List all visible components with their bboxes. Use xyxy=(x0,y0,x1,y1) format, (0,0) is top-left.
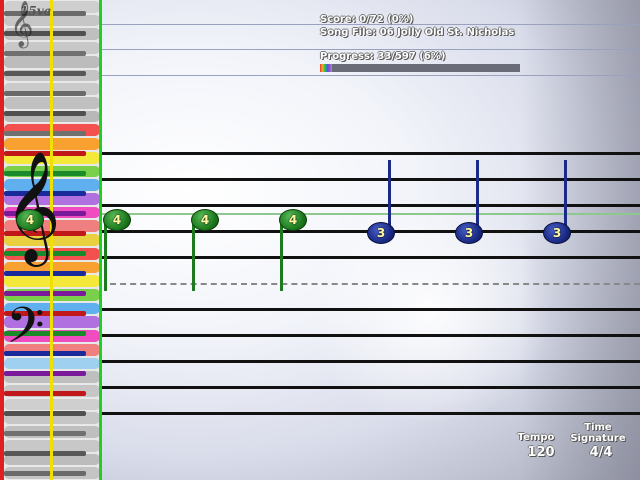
piano-black-key[interactable] xyxy=(4,451,86,456)
staff-line xyxy=(102,334,640,337)
staff-line xyxy=(102,256,640,259)
progress-text: Progress: 33/597 (6%) xyxy=(320,51,446,62)
tempo-label: Tempo xyxy=(517,432,555,443)
staff-line xyxy=(102,152,640,155)
background-shade xyxy=(520,0,640,480)
tempo-value: 120 xyxy=(527,445,555,460)
staff-line xyxy=(102,204,640,207)
note-head: 4 xyxy=(191,209,219,231)
time-signature-label-line2: Signature xyxy=(570,433,626,444)
piano-black-key[interactable] xyxy=(4,71,86,76)
staff-line xyxy=(102,178,640,181)
note-head: 3 xyxy=(367,222,395,244)
note-head: 4 xyxy=(279,209,307,231)
play-line xyxy=(99,0,102,480)
piano-black-key[interactable] xyxy=(4,51,86,56)
piano-black-key[interactable] xyxy=(4,91,86,96)
note-stem xyxy=(388,160,391,230)
score-text: Score: 0/72 (0%) xyxy=(320,14,414,25)
treble-clef-icon: 𝄞 xyxy=(4,150,61,262)
staff-line xyxy=(102,360,640,363)
bass-clef-icon: 𝄢 xyxy=(6,297,45,367)
piano-black-key[interactable] xyxy=(4,291,86,296)
note-head: 3 xyxy=(455,222,483,244)
progress-bar-fill xyxy=(320,64,332,72)
note-finger-number: 3 xyxy=(376,226,386,240)
piano-black-key[interactable] xyxy=(4,131,86,136)
note-stem xyxy=(564,160,567,230)
note-finger-number: 3 xyxy=(552,226,562,240)
time-signature-label-line1: Time xyxy=(584,422,612,433)
note-stem xyxy=(280,219,283,291)
note-guide-line xyxy=(102,213,640,215)
note-stem xyxy=(192,219,195,291)
piano-black-key[interactable] xyxy=(4,471,86,476)
middle-c-ledger-line xyxy=(110,283,640,285)
active-note-head: 4 xyxy=(16,209,44,231)
piano-black-key[interactable] xyxy=(4,371,86,376)
note-finger-number: 3 xyxy=(464,226,474,240)
note-stem xyxy=(104,219,107,291)
time-signature-value: 4/4 xyxy=(589,445,613,460)
piano-black-key[interactable] xyxy=(4,391,86,396)
hud-divider xyxy=(102,75,640,76)
note-stem xyxy=(476,160,479,230)
piano-black-key[interactable] xyxy=(4,111,86,116)
staff-line xyxy=(102,386,640,389)
note-head: 4 xyxy=(103,209,131,231)
progress-bar xyxy=(320,64,520,72)
staff-line xyxy=(102,412,640,415)
piano-black-key[interactable] xyxy=(4,411,86,416)
song-file-text: Song File: 06 Jolly Old St. Nicholas xyxy=(320,27,515,38)
hud-divider xyxy=(102,49,640,50)
time-signature-label: Time Signature xyxy=(566,422,630,444)
note-finger-number: 4 xyxy=(25,213,35,227)
note-finger-number: 4 xyxy=(288,213,298,227)
piano-black-key[interactable] xyxy=(4,271,86,276)
treble-clef-icon: 𝄞 xyxy=(10,1,34,47)
note-finger-number: 4 xyxy=(200,213,210,227)
piano-black-key[interactable] xyxy=(4,431,86,436)
note-head: 3 xyxy=(543,222,571,244)
staff-line xyxy=(102,308,640,311)
note-finger-number: 4 xyxy=(112,213,122,227)
